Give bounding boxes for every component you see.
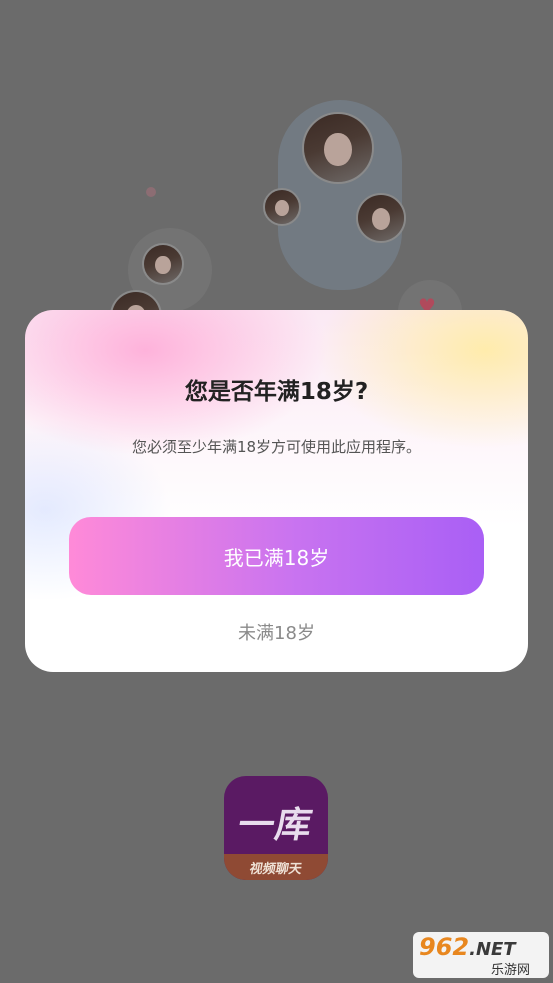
confirm-age-label: 我已满18岁 [223,545,330,570]
watermark-number: 962 [419,933,470,961]
decline-age-button[interactable]: 未满18岁 [25,619,528,645]
app-logo-name: 一库 [234,805,316,846]
avatar-medium [356,193,406,243]
app-logo: 一库 视频聊天 [224,776,328,880]
site-watermark: 962.NET 乐游网 [413,932,549,978]
dialog-title: 您是否年满18岁? [184,379,369,405]
watermark-logo: 962.NET [419,933,516,961]
avatar-small [263,188,301,226]
confirm-age-button[interactable]: 我已满18岁 [69,517,484,595]
watermark-suffix: .NET [469,939,516,960]
decoration-dot [146,187,156,197]
app-logo-subtitle: 视频聊天 [248,862,303,877]
age-verification-dialog: 您是否年满18岁? 您必须至少年满18岁方可使用此应用程序。 我已满18岁 未满… [25,310,528,672]
avatar-large [302,112,374,184]
avatar-left [142,243,184,285]
watermark-site-name: 乐游网 [491,963,531,978]
dialog-message: 您必须至少年满18岁方可使用此应用程序。 [131,438,422,456]
